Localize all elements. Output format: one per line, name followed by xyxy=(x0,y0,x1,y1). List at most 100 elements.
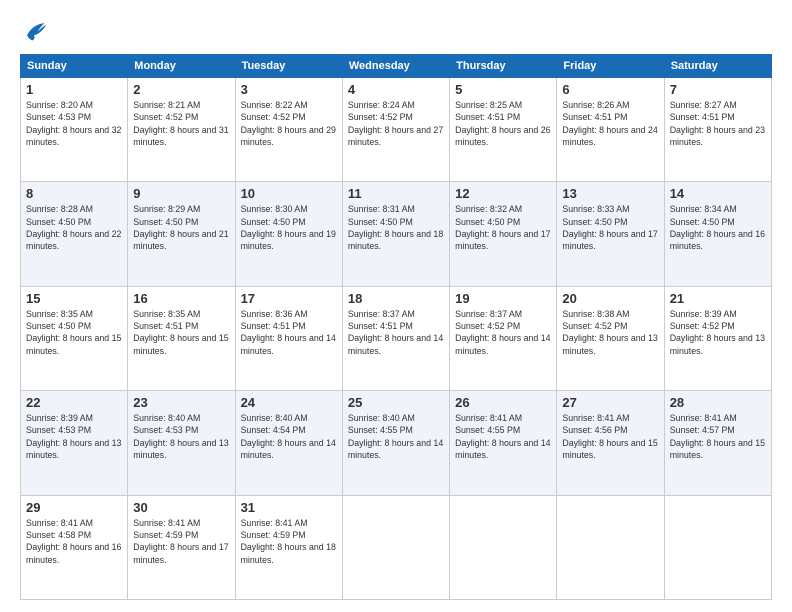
weekday-header-tuesday: Tuesday xyxy=(235,55,342,78)
day-info: Sunrise: 8:41 AM Sunset: 4:58 PM Dayligh… xyxy=(26,517,122,566)
day-info: Sunrise: 8:36 AM Sunset: 4:51 PM Dayligh… xyxy=(241,308,337,357)
sunrise-label: Sunrise: 8:40 AM xyxy=(348,413,415,423)
day-cell: 10 Sunrise: 8:30 AM Sunset: 4:50 PM Dayl… xyxy=(235,182,342,286)
sunrise-label: Sunrise: 8:27 AM xyxy=(670,100,737,110)
sunrise-label: Sunrise: 8:40 AM xyxy=(241,413,308,423)
sunrise-label: Sunrise: 8:25 AM xyxy=(455,100,522,110)
sunset-label: Sunset: 4:51 PM xyxy=(348,321,413,331)
calendar-table: SundayMondayTuesdayWednesdayThursdayFrid… xyxy=(20,54,772,600)
day-cell: 21 Sunrise: 8:39 AM Sunset: 4:52 PM Dayl… xyxy=(664,286,771,390)
daylight-label: Daylight: 8 hours and 18 minutes. xyxy=(348,229,443,251)
daylight-label: Daylight: 8 hours and 17 minutes. xyxy=(455,229,550,251)
weekday-header-monday: Monday xyxy=(128,55,235,78)
day-number: 15 xyxy=(26,291,122,306)
day-cell: 24 Sunrise: 8:40 AM Sunset: 4:54 PM Dayl… xyxy=(235,391,342,495)
daylight-label: Daylight: 8 hours and 13 minutes. xyxy=(670,333,765,355)
daylight-label: Daylight: 8 hours and 16 minutes. xyxy=(26,542,121,564)
daylight-label: Daylight: 8 hours and 15 minutes. xyxy=(133,333,228,355)
daylight-label: Daylight: 8 hours and 32 minutes. xyxy=(26,125,121,147)
day-number: 9 xyxy=(133,186,229,201)
day-cell: 11 Sunrise: 8:31 AM Sunset: 4:50 PM Dayl… xyxy=(342,182,449,286)
day-number: 19 xyxy=(455,291,551,306)
sunrise-label: Sunrise: 8:38 AM xyxy=(562,309,629,319)
day-number: 27 xyxy=(562,395,658,410)
sunrise-label: Sunrise: 8:37 AM xyxy=(455,309,522,319)
day-cell: 25 Sunrise: 8:40 AM Sunset: 4:55 PM Dayl… xyxy=(342,391,449,495)
sunrise-label: Sunrise: 8:41 AM xyxy=(241,518,308,528)
day-cell: 20 Sunrise: 8:38 AM Sunset: 4:52 PM Dayl… xyxy=(557,286,664,390)
day-info: Sunrise: 8:40 AM Sunset: 4:53 PM Dayligh… xyxy=(133,412,229,461)
weekday-header-saturday: Saturday xyxy=(664,55,771,78)
day-number: 25 xyxy=(348,395,444,410)
day-number: 4 xyxy=(348,82,444,97)
daylight-label: Daylight: 8 hours and 22 minutes. xyxy=(26,229,121,251)
daylight-label: Daylight: 8 hours and 14 minutes. xyxy=(348,438,443,460)
day-info: Sunrise: 8:38 AM Sunset: 4:52 PM Dayligh… xyxy=(562,308,658,357)
day-number: 21 xyxy=(670,291,766,306)
week-row-1: 1 Sunrise: 8:20 AM Sunset: 4:53 PM Dayli… xyxy=(21,78,772,182)
day-info: Sunrise: 8:40 AM Sunset: 4:55 PM Dayligh… xyxy=(348,412,444,461)
daylight-label: Daylight: 8 hours and 13 minutes. xyxy=(26,438,121,460)
sunset-label: Sunset: 4:52 PM xyxy=(348,112,413,122)
day-info: Sunrise: 8:33 AM Sunset: 4:50 PM Dayligh… xyxy=(562,203,658,252)
sunset-label: Sunset: 4:51 PM xyxy=(133,321,198,331)
sunset-label: Sunset: 4:55 PM xyxy=(348,425,413,435)
sunset-label: Sunset: 4:52 PM xyxy=(562,321,627,331)
sunrise-label: Sunrise: 8:41 AM xyxy=(670,413,737,423)
daylight-label: Daylight: 8 hours and 15 minutes. xyxy=(562,438,657,460)
sunset-label: Sunset: 4:54 PM xyxy=(241,425,306,435)
sunset-label: Sunset: 4:53 PM xyxy=(26,425,91,435)
weekday-header-friday: Friday xyxy=(557,55,664,78)
day-cell: 6 Sunrise: 8:26 AM Sunset: 4:51 PM Dayli… xyxy=(557,78,664,182)
weekday-header-row: SundayMondayTuesdayWednesdayThursdayFrid… xyxy=(21,55,772,78)
daylight-label: Daylight: 8 hours and 14 minutes. xyxy=(455,333,550,355)
weekday-header-wednesday: Wednesday xyxy=(342,55,449,78)
day-number: 7 xyxy=(670,82,766,97)
sunset-label: Sunset: 4:51 PM xyxy=(455,112,520,122)
sunrise-label: Sunrise: 8:24 AM xyxy=(348,100,415,110)
day-info: Sunrise: 8:37 AM Sunset: 4:51 PM Dayligh… xyxy=(348,308,444,357)
day-info: Sunrise: 8:28 AM Sunset: 4:50 PM Dayligh… xyxy=(26,203,122,252)
daylight-label: Daylight: 8 hours and 14 minutes. xyxy=(348,333,443,355)
day-number: 16 xyxy=(133,291,229,306)
sunset-label: Sunset: 4:51 PM xyxy=(241,321,306,331)
day-info: Sunrise: 8:20 AM Sunset: 4:53 PM Dayligh… xyxy=(26,99,122,148)
day-number: 10 xyxy=(241,186,337,201)
sunset-label: Sunset: 4:59 PM xyxy=(133,530,198,540)
day-info: Sunrise: 8:29 AM Sunset: 4:50 PM Dayligh… xyxy=(133,203,229,252)
day-cell: 3 Sunrise: 8:22 AM Sunset: 4:52 PM Dayli… xyxy=(235,78,342,182)
sunset-label: Sunset: 4:50 PM xyxy=(241,217,306,227)
day-cell: 19 Sunrise: 8:37 AM Sunset: 4:52 PM Dayl… xyxy=(450,286,557,390)
sunrise-label: Sunrise: 8:41 AM xyxy=(133,518,200,528)
sunrise-label: Sunrise: 8:26 AM xyxy=(562,100,629,110)
sunset-label: Sunset: 4:50 PM xyxy=(26,217,91,227)
sunset-label: Sunset: 4:52 PM xyxy=(133,112,198,122)
week-row-2: 8 Sunrise: 8:28 AM Sunset: 4:50 PM Dayli… xyxy=(21,182,772,286)
weekday-header-thursday: Thursday xyxy=(450,55,557,78)
sunrise-label: Sunrise: 8:30 AM xyxy=(241,204,308,214)
day-cell: 28 Sunrise: 8:41 AM Sunset: 4:57 PM Dayl… xyxy=(664,391,771,495)
day-info: Sunrise: 8:34 AM Sunset: 4:50 PM Dayligh… xyxy=(670,203,766,252)
daylight-label: Daylight: 8 hours and 15 minutes. xyxy=(26,333,121,355)
sunrise-label: Sunrise: 8:28 AM xyxy=(26,204,93,214)
daylight-label: Daylight: 8 hours and 14 minutes. xyxy=(455,438,550,460)
daylight-label: Daylight: 8 hours and 21 minutes. xyxy=(133,229,228,251)
week-row-3: 15 Sunrise: 8:35 AM Sunset: 4:50 PM Dayl… xyxy=(21,286,772,390)
header xyxy=(20,16,772,44)
day-cell: 17 Sunrise: 8:36 AM Sunset: 4:51 PM Dayl… xyxy=(235,286,342,390)
day-info: Sunrise: 8:39 AM Sunset: 4:53 PM Dayligh… xyxy=(26,412,122,461)
sunrise-label: Sunrise: 8:35 AM xyxy=(26,309,93,319)
sunset-label: Sunset: 4:52 PM xyxy=(670,321,735,331)
sunset-label: Sunset: 4:50 PM xyxy=(133,217,198,227)
day-info: Sunrise: 8:35 AM Sunset: 4:50 PM Dayligh… xyxy=(26,308,122,357)
daylight-label: Daylight: 8 hours and 27 minutes. xyxy=(348,125,443,147)
sunrise-label: Sunrise: 8:39 AM xyxy=(670,309,737,319)
sunrise-label: Sunrise: 8:20 AM xyxy=(26,100,93,110)
sunrise-label: Sunrise: 8:32 AM xyxy=(455,204,522,214)
sunset-label: Sunset: 4:50 PM xyxy=(26,321,91,331)
day-cell: 30 Sunrise: 8:41 AM Sunset: 4:59 PM Dayl… xyxy=(128,495,235,599)
sunrise-label: Sunrise: 8:36 AM xyxy=(241,309,308,319)
day-cell: 7 Sunrise: 8:27 AM Sunset: 4:51 PM Dayli… xyxy=(664,78,771,182)
day-info: Sunrise: 8:32 AM Sunset: 4:50 PM Dayligh… xyxy=(455,203,551,252)
day-number: 24 xyxy=(241,395,337,410)
